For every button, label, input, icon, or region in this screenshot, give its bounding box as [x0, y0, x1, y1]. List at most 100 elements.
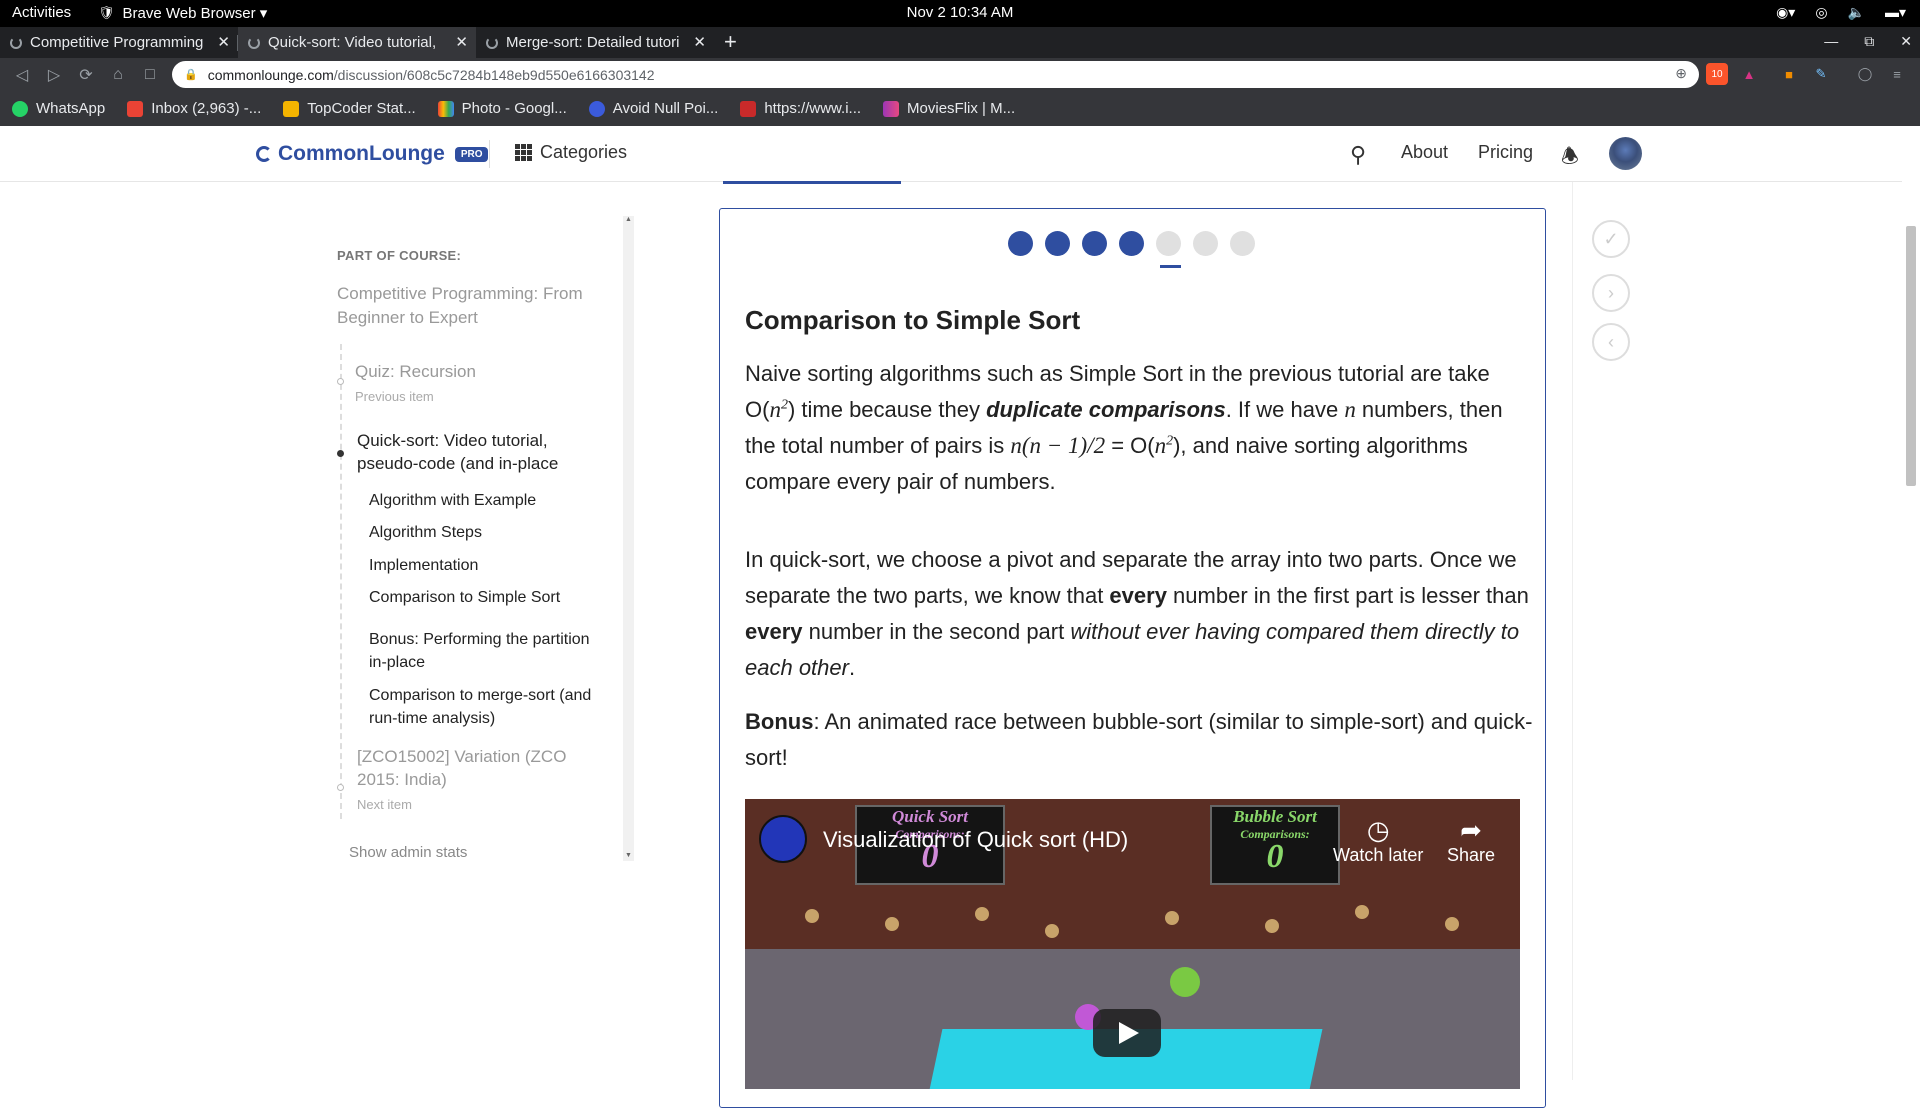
new-tab-button[interactable]: + — [714, 27, 747, 58]
next-button[interactable]: › — [1592, 274, 1630, 312]
app-menu-label: Brave Web Browser ▾ — [122, 5, 268, 22]
close-tab-icon[interactable]: ✕ — [693, 33, 706, 51]
grid-icon — [515, 144, 532, 161]
accessibility-icon[interactable]: ◉▾ — [1776, 4, 1795, 21]
section-link[interactable]: Comparison to Simple Sort — [369, 586, 560, 609]
scroll-up-icon[interactable]: ▲ — [625, 216, 632, 223]
next-item-link[interactable]: [ZCO15002] Variation (ZCO 2015: India) — [357, 745, 587, 791]
pen-extension-icon[interactable]: ✎ — [1810, 63, 1832, 85]
section-link[interactable]: Algorithm with Example — [369, 489, 536, 512]
bookmark-icon[interactable]: □ — [134, 66, 166, 84]
tab-competitive-programming[interactable]: Competitive Programming ✕ — [0, 27, 238, 58]
section-link[interactable]: Implementation — [369, 554, 478, 577]
previous-button[interactable]: ‹ — [1592, 323, 1630, 361]
play-button[interactable] — [1093, 1009, 1161, 1057]
tab-quick-sort[interactable]: Quick-sort: Video tutorial, ✕ — [238, 27, 476, 58]
progress-dot[interactable] — [1230, 231, 1255, 256]
bookmark-gmail[interactable]: Inbox (2,963) -... — [127, 100, 261, 117]
section-link[interactable]: Algorithm Steps — [369, 521, 482, 544]
bookmark-photo[interactable]: Photo - Googl... — [437, 100, 567, 117]
course-tree-line — [337, 344, 344, 819]
menu-icon[interactable]: ≡ — [1886, 63, 1908, 85]
bookmark-whatsapp[interactable]: WhatsApp — [12, 100, 105, 117]
mark-complete-button[interactable]: ✓ — [1592, 220, 1630, 258]
pricing-link[interactable]: Pricing — [1478, 142, 1533, 163]
app-menu[interactable]: 🛡 Brave Web Browser ▾ — [98, 4, 267, 22]
extension-icon[interactable]: ■ — [1778, 63, 1800, 85]
youtube-video-embed[interactable]: Quick Sort Comparisons: 0 Bubble Sort Co… — [745, 799, 1520, 1089]
watch-later-button[interactable]: ◷ Watch later — [1333, 815, 1423, 866]
url-path: /discussion/608c5c7284b148eb9d550e616630… — [333, 66, 655, 83]
clock[interactable]: Nov 2 10:34 AM — [0, 4, 1920, 21]
sidebar-scrollbar[interactable]: ▲ ▼ — [623, 216, 634, 861]
os-top-bar: Activities 🛡 Brave Web Browser ▾ Nov 2 1… — [0, 0, 1920, 27]
bookmark-topcoder[interactable]: TopCoder Stat... — [283, 100, 416, 117]
current-item-title[interactable]: Quick-sort: Video tutorial, pseudo-code … — [357, 429, 607, 475]
brave-shields-icon[interactable]: 10 — [1706, 63, 1728, 85]
close-tab-icon[interactable]: ✕ — [217, 33, 230, 51]
channel-avatar[interactable] — [759, 815, 807, 863]
commonlounge-logo[interactable]: CommonLounge PRO — [256, 142, 489, 166]
back-icon[interactable]: ◁ — [6, 65, 38, 85]
course-link[interactable]: Competitive Programming: From Beginner t… — [337, 282, 607, 330]
bookmark-moviesflix[interactable]: MoviesFlix | M... — [883, 100, 1015, 117]
close-tab-icon[interactable]: ✕ — [455, 33, 468, 51]
home-icon[interactable]: ⌂ — [102, 66, 134, 84]
bookmark-avoid-null[interactable]: Avoid Null Poi... — [588, 100, 718, 117]
system-tray[interactable]: ◉▾ ◎ 🔈 ▬▾ — [1776, 4, 1906, 21]
show-admin-stats-link[interactable]: Show admin stats — [349, 844, 467, 861]
reload-icon[interactable]: ⟳ — [70, 65, 102, 85]
restore-icon[interactable]: ⧉ — [1864, 33, 1874, 50]
loading-icon — [486, 36, 498, 49]
page-scrollbar[interactable] — [1902, 126, 1920, 1080]
forward-icon[interactable]: ▷ — [38, 65, 70, 85]
lock-icon[interactable]: 🔒 — [184, 68, 198, 81]
video-title[interactable]: Visualization of Quick sort (HD) — [823, 827, 1128, 853]
brave-rewards-icon[interactable]: ▲ — [1738, 63, 1760, 85]
math-n: n2 — [769, 397, 788, 422]
bookmark-label: Photo - Googl... — [461, 100, 567, 117]
about-link[interactable]: About — [1401, 142, 1448, 163]
progress-dot[interactable] — [1008, 231, 1033, 256]
pro-badge: PRO — [454, 146, 489, 162]
close-window-icon[interactable]: ✕ — [1900, 33, 1912, 50]
section-link[interactable]: Bonus: Performing the partition in-place — [369, 628, 609, 674]
avatar[interactable] — [1609, 137, 1642, 170]
site-header: CommonLounge PRO Categories ⚲ About Pric… — [0, 126, 1902, 182]
previous-item-label: Previous item — [355, 389, 434, 404]
paragraph-2: In quick-sort, we choose a pivot and sep… — [745, 547, 1529, 680]
previous-item-link[interactable]: Quiz: Recursion — [355, 360, 476, 383]
progress-dot[interactable] — [1193, 231, 1218, 256]
search-icon[interactable]: ⚲ — [1350, 142, 1366, 168]
chevron-right-icon: › — [1608, 282, 1614, 303]
progress-dot[interactable] — [1156, 231, 1181, 256]
section-link[interactable]: Comparison to merge-sort (and run-time a… — [369, 684, 609, 730]
minimize-icon[interactable]: — — [1824, 33, 1838, 50]
math-n-squared: n2 — [1154, 433, 1174, 458]
scroll-down-icon[interactable]: ▼ — [625, 852, 632, 859]
progress-dot[interactable] — [1082, 231, 1107, 256]
progress-dot[interactable] — [1119, 231, 1144, 256]
bell-icon[interactable]: 🕭 — [1561, 142, 1579, 176]
activities-button[interactable]: Activities — [12, 4, 71, 21]
bookmark-label: MoviesFlix | M... — [907, 100, 1016, 117]
tab-title: Competitive Programming — [30, 34, 204, 51]
window-controls: — ⧉ ✕ — [1824, 33, 1912, 50]
address-bar[interactable]: 🔒 commonlounge.com/discussion/608c5c7284… — [172, 61, 1699, 88]
profile-icon[interactable]: ◯ — [1854, 63, 1876, 85]
clock-icon: ◷ — [1366, 815, 1390, 845]
share-button[interactable]: ➦ Share — [1447, 815, 1495, 866]
google-photos-icon — [437, 100, 454, 117]
zoom-icon[interactable]: ⊕ — [1675, 65, 1687, 82]
bird-icon — [588, 100, 605, 117]
bookmark-imdb[interactable]: https://www.i... — [740, 100, 861, 117]
current-step-indicator — [1160, 265, 1181, 268]
math-pairs: n(n − 1)/2 — [1010, 433, 1106, 458]
progress-dots — [1008, 231, 1255, 256]
progress-dot[interactable] — [1045, 231, 1070, 256]
brave-lion-icon: 🛡 — [98, 5, 115, 20]
bookmarks-bar: WhatsApp Inbox (2,963) -... TopCoder Sta… — [0, 91, 1920, 126]
tab-merge-sort[interactable]: Merge-sort: Detailed tutori ✕ — [476, 27, 714, 58]
scrollbar-thumb[interactable] — [1906, 226, 1916, 486]
categories-menu[interactable]: Categories — [515, 142, 627, 163]
